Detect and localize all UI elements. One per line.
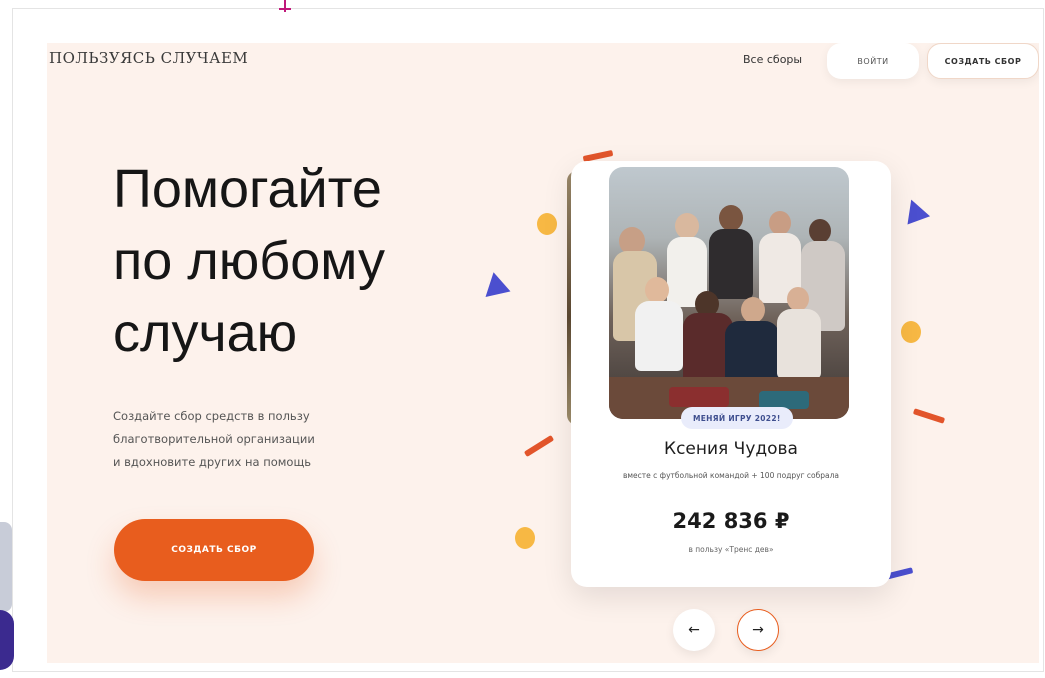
hero-title: Помогайте по любому случаю bbox=[113, 153, 473, 369]
confetti-bar-icon bbox=[912, 408, 946, 424]
confetti-triangle-icon bbox=[899, 195, 931, 225]
site-logo[interactable]: ПОЛЬЗУЯСЬ СЛУЧАЕМ bbox=[49, 49, 248, 67]
browser-frame: ПОЛЬЗУЯСЬ СЛУЧАЕМ Все сборы ВОЙТИ СОЗДАТ… bbox=[12, 8, 1044, 672]
confetti-dot-icon bbox=[537, 213, 557, 235]
carousel-next-button[interactable]: → bbox=[737, 609, 779, 651]
campaign-photo bbox=[609, 167, 849, 419]
login-button[interactable]: ВОЙТИ bbox=[827, 43, 919, 79]
cursor-marker-icon bbox=[279, 0, 291, 12]
nav-all-campaigns-link[interactable]: Все сборы bbox=[743, 53, 802, 66]
landing-page: ПОЛЬЗУЯСЬ СЛУЧАЕМ Все сборы ВОЙТИ СОЗДАТ… bbox=[47, 43, 1039, 663]
arrow-left-icon: ← bbox=[688, 622, 700, 638]
confetti-bar-icon bbox=[523, 434, 555, 458]
hero-title-line: случаю bbox=[113, 303, 298, 363]
hero-description-line: Создайте сбор средств в пользу bbox=[113, 409, 310, 423]
campaign-subtitle: вместе с футбольной командой + 100 подру… bbox=[622, 471, 840, 480]
partial-app-icon bbox=[0, 610, 14, 670]
partial-window-edge bbox=[0, 522, 12, 612]
create-campaign-header-button[interactable]: СОЗДАТЬ СБОР bbox=[927, 43, 1039, 79]
hero-description-line: благотворительной организации bbox=[113, 432, 315, 446]
arrow-right-icon: → bbox=[752, 622, 764, 638]
confetti-triangle-icon bbox=[485, 272, 515, 304]
hero-title-line: Помогайте bbox=[113, 159, 382, 219]
campaign-card[interactable]: МЕНЯЙ ИГРУ 2022! Ксения Чудова вместе с … bbox=[571, 161, 891, 587]
confetti-dot-icon bbox=[901, 321, 921, 343]
confetti-dot-icon bbox=[515, 527, 535, 549]
campaign-amount: 242 836 ₽ bbox=[672, 509, 790, 533]
campaign-badge: МЕНЯЙ ИГРУ 2022! bbox=[681, 407, 793, 429]
hero-description-line: и вдохновите других на помощь bbox=[113, 455, 312, 469]
create-campaign-button[interactable]: СОЗДАТЬ СБОР bbox=[114, 519, 314, 581]
hero-title-line: по любому bbox=[113, 231, 385, 291]
campaign-author-name: Ксения Чудова bbox=[664, 439, 798, 459]
hero-description: Создайте сбор средств в пользу благотвор… bbox=[113, 405, 373, 474]
carousel-prev-button[interactable]: ← bbox=[673, 609, 715, 651]
campaign-beneficiary: в пользу «Тренс дев» bbox=[688, 545, 774, 554]
